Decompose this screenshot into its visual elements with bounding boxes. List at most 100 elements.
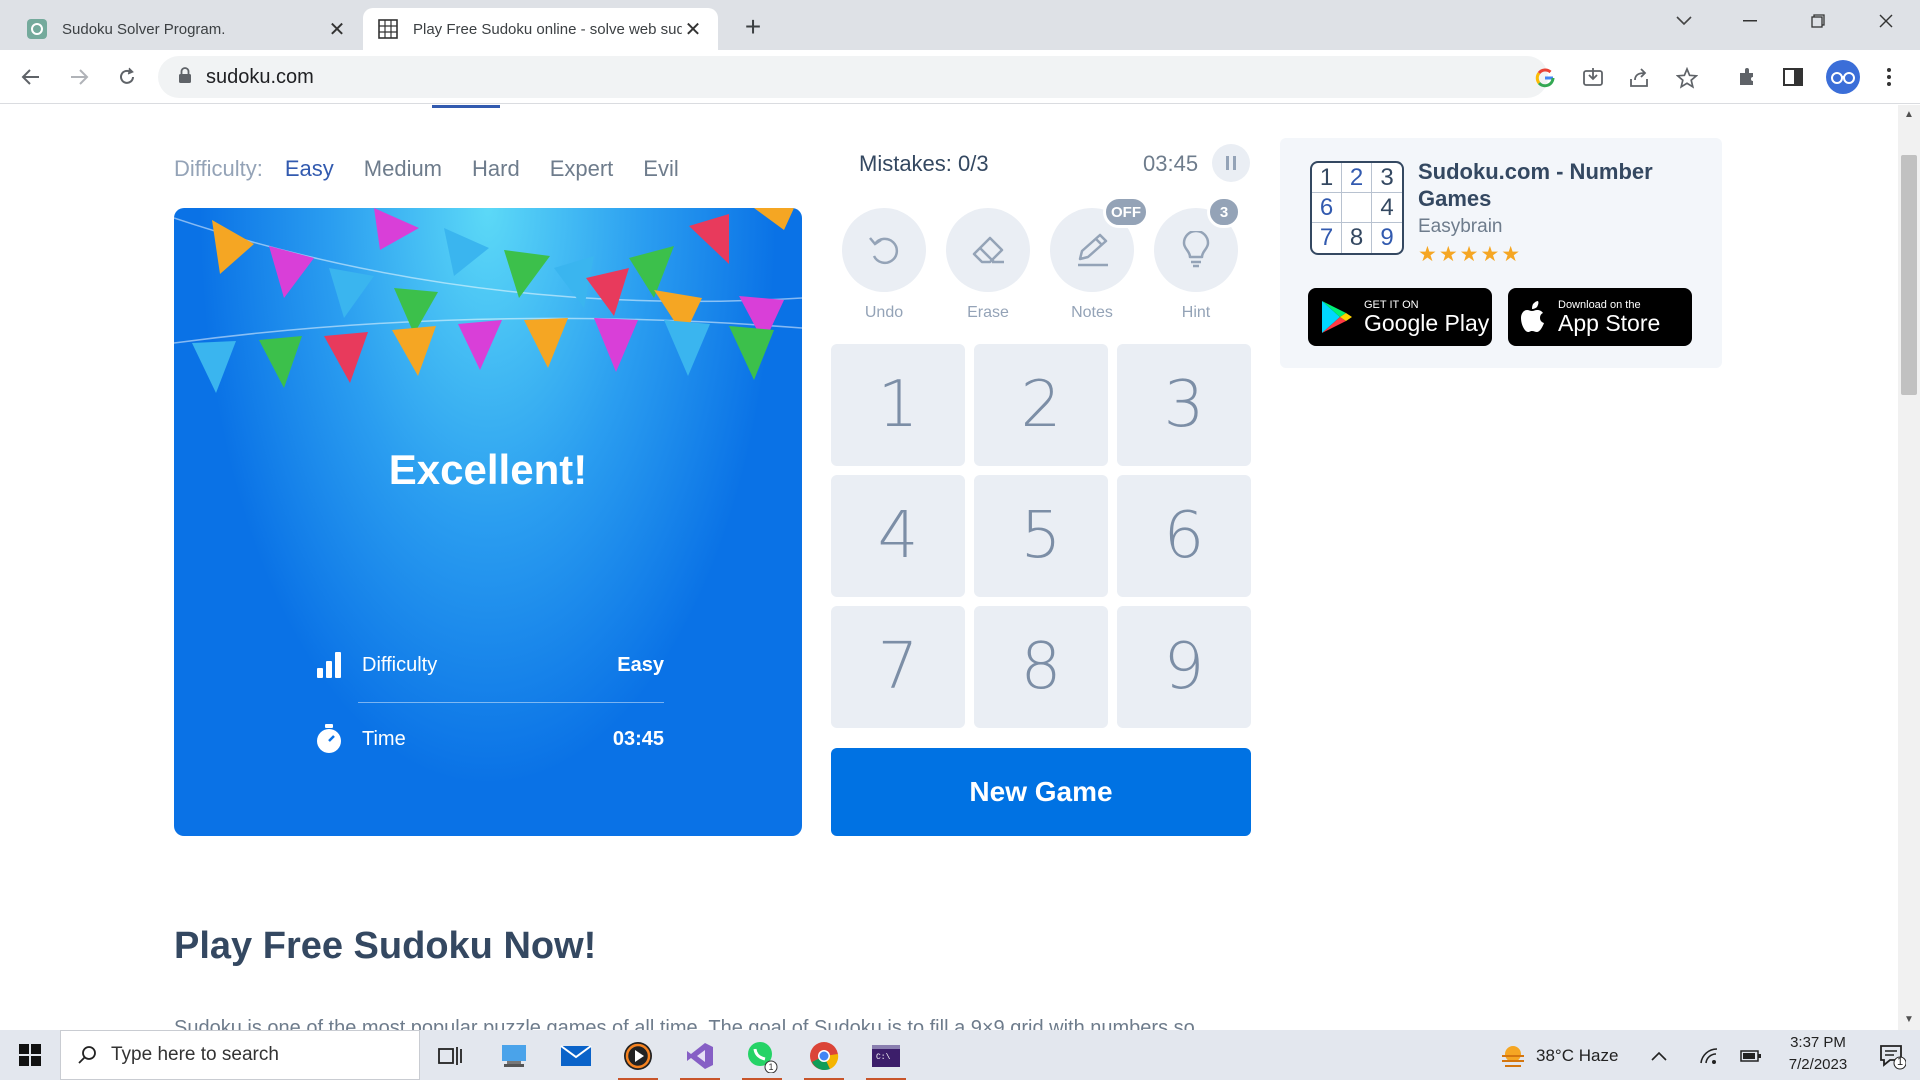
number-key-3[interactable]: 3 (1117, 344, 1251, 466)
tab-search-chevron-icon[interactable] (1664, 6, 1704, 36)
tray-chevron-up-icon[interactable] (1644, 1035, 1674, 1077)
file-explorer-icon[interactable] (488, 1035, 540, 1077)
notes-button[interactable]: Notes OFF (1047, 196, 1149, 328)
pause-button[interactable] (1212, 144, 1250, 182)
hint-count-badge: 3 (1207, 196, 1241, 228)
clock-time[interactable]: 3:37 PM (1784, 1034, 1852, 1051)
terminal-icon[interactable]: C:\ (860, 1035, 912, 1080)
search-icon (78, 1046, 96, 1064)
task-view-icon[interactable] (424, 1035, 476, 1077)
tab-play-sudoku[interactable]: Play Free Sudoku online - solve web sudo… (363, 8, 718, 50)
address-bar[interactable]: sudoku.com (158, 56, 1548, 98)
reload-icon[interactable] (112, 62, 142, 92)
clock-date[interactable]: 7/2/2023 (1776, 1056, 1860, 1073)
hint-button[interactable]: Hint 3 (1151, 196, 1241, 328)
difficulty-label: Difficulty: (174, 156, 263, 181)
number-key-1[interactable]: 1 (831, 344, 965, 466)
browser-menu-icon[interactable] (1874, 62, 1904, 92)
scroll-thumb[interactable] (1901, 155, 1917, 395)
tool-label: Undo (864, 304, 904, 321)
number-key-8[interactable]: 8 (974, 606, 1108, 728)
taskbar-search-input[interactable]: Type here to search (60, 1030, 420, 1080)
difficulty-medium[interactable]: Medium (364, 156, 442, 182)
erase-button[interactable]: Erase (943, 208, 1033, 328)
logo-cell: 6 (1312, 193, 1342, 223)
eraser-icon (972, 236, 1004, 264)
pause-icon (1226, 156, 1236, 170)
logo-cell: 8 (1342, 223, 1372, 253)
close-tab-icon[interactable]: ✕ (326, 18, 348, 41)
difficulty-expert[interactable]: Expert (550, 156, 614, 182)
difficulty-easy[interactable]: Easy (285, 156, 334, 182)
notifications-icon[interactable]: 1 (1872, 1035, 1912, 1077)
number-key-6[interactable]: 6 (1117, 475, 1251, 597)
side-panel-icon[interactable] (1778, 62, 1808, 92)
bookmark-star-icon[interactable] (1674, 65, 1700, 91)
media-player-icon[interactable] (612, 1035, 664, 1080)
game-complete-card: Excellent! Difficulty Easy Time 03:45 (174, 208, 802, 836)
stopwatch-icon (314, 724, 344, 754)
undo-button[interactable]: Undo (839, 208, 929, 328)
svg-text:1: 1 (768, 1062, 773, 1072)
app-store-button[interactable]: Download on the App Store (1508, 288, 1692, 346)
scroll-up-icon[interactable]: ▲ (1903, 109, 1915, 121)
pencil-icon (1078, 233, 1108, 267)
notification-count: 1 (1897, 1056, 1904, 1068)
haze-sun-icon (1502, 1046, 1524, 1067)
forward-icon[interactable] (64, 62, 94, 92)
install-app-icon[interactable] (1580, 65, 1606, 91)
back-icon[interactable] (16, 62, 46, 92)
visual-studio-icon[interactable] (674, 1035, 726, 1080)
battery-icon[interactable] (1736, 1035, 1766, 1077)
undo-icon (869, 237, 899, 265)
store-small-text: GET IT ON (1364, 298, 1419, 311)
logo-cell: 7 (1312, 223, 1342, 253)
extensions-icon[interactable] (1732, 62, 1762, 92)
weather-widget[interactable]: 38°C Haze (1500, 1044, 1618, 1068)
lock-icon (178, 66, 192, 89)
logo-cell: 1 (1312, 163, 1342, 193)
chrome-icon[interactable] (798, 1035, 850, 1080)
minimize-icon[interactable] (1730, 6, 1770, 36)
new-game-button[interactable]: New Game (831, 748, 1251, 836)
stat-divider (358, 702, 664, 703)
tool-label: Hint (1181, 304, 1211, 321)
whatsapp-icon[interactable]: 1 (736, 1035, 788, 1080)
result-title: Excellent! (388, 446, 588, 493)
sudoku-grid-icon (377, 18, 399, 40)
restore-icon[interactable] (1798, 6, 1838, 36)
google-play-button[interactable]: GET IT ON Google Play (1308, 288, 1492, 346)
difficulty-selector: Difficulty: Easy Medium Hard Expert Evil (174, 149, 709, 189)
promo-app-title[interactable]: Sudoku.com - Number Games (1418, 158, 1708, 212)
close-window-icon[interactable] (1866, 6, 1906, 36)
logo-cell: 3 (1372, 163, 1402, 193)
number-key-9[interactable]: 9 (1117, 606, 1251, 728)
new-tab-button[interactable]: + (738, 11, 768, 42)
page-scrollbar[interactable]: ▲ ▼ (1898, 105, 1920, 1030)
number-key-5[interactable]: 5 (974, 475, 1108, 597)
tool-label: Erase (967, 304, 1009, 321)
tab-sudoku-solver[interactable]: Sudoku Solver Program. ✕ (12, 8, 362, 50)
google-icon[interactable] (1532, 65, 1558, 91)
scroll-down-icon[interactable]: ▼ (1903, 1014, 1915, 1026)
windows-start-icon[interactable] (10, 1040, 50, 1070)
app-logo[interactable]: 1 2 3 6 4 7 8 9 (1310, 161, 1404, 255)
mail-icon[interactable] (550, 1035, 602, 1077)
difficulty-hard[interactable]: Hard (472, 156, 520, 182)
bunting-decoration (174, 208, 802, 393)
wifi-icon[interactable] (1694, 1035, 1724, 1077)
stat-label: Time (362, 727, 406, 750)
section-heading: Play Free Sudoku Now! (174, 925, 597, 967)
profile-avatar[interactable] (1826, 60, 1860, 94)
close-tab-icon[interactable]: ✕ (682, 18, 704, 41)
logo-cell: 2 (1342, 163, 1372, 193)
number-key-7[interactable]: 7 (831, 606, 965, 728)
number-key-2[interactable]: 2 (974, 344, 1108, 466)
store-big-text: App Store (1558, 309, 1661, 336)
bar-chart-icon (314, 650, 344, 680)
difficulty-evil[interactable]: Evil (643, 156, 678, 182)
page-content: Difficulty: Easy Medium Hard Expert Evil… (0, 105, 1898, 1030)
share-icon[interactable] (1626, 65, 1652, 91)
number-key-4[interactable]: 4 (831, 475, 965, 597)
google-play-icon (1322, 301, 1352, 333)
